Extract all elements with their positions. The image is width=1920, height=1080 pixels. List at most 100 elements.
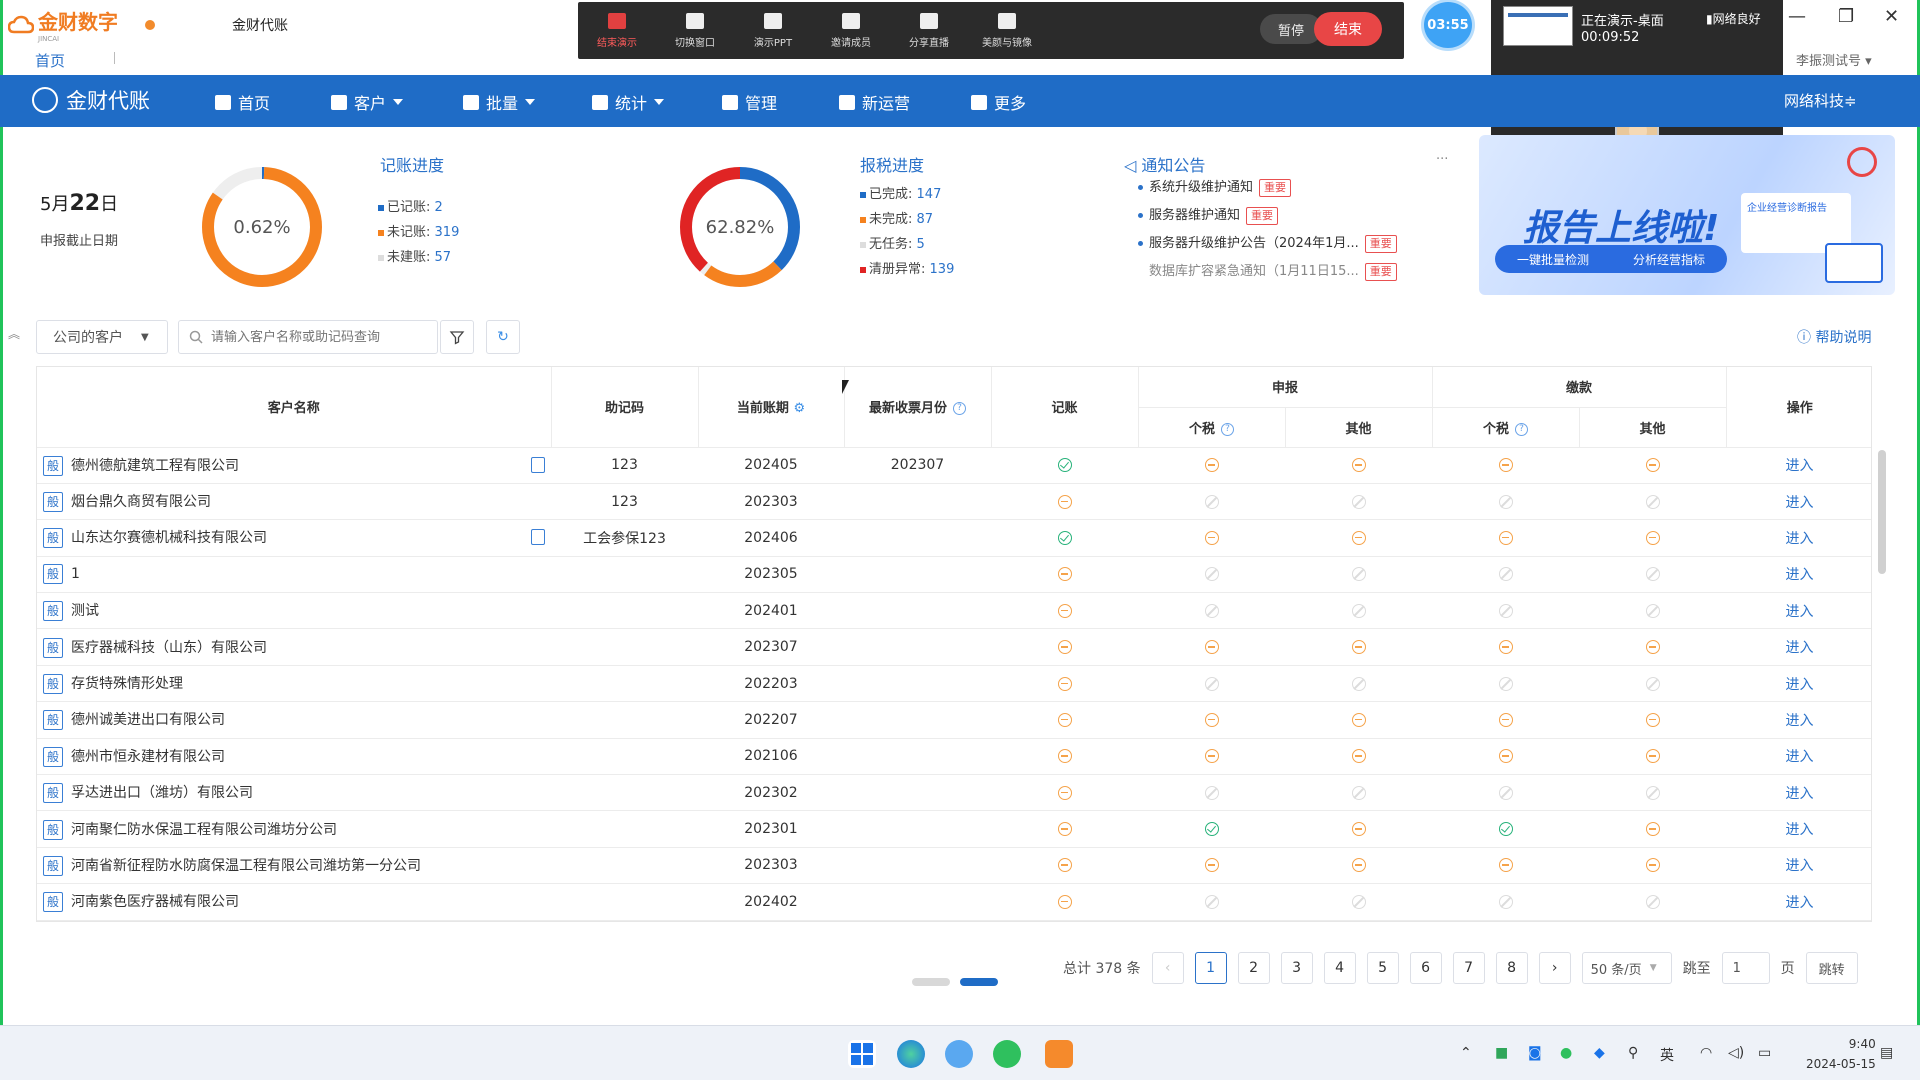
enter-link[interactable]: 进入: [1786, 822, 1814, 838]
status-na-icon[interactable]: [1645, 785, 1660, 800]
present-ppt-button[interactable]: 演示PPT: [734, 2, 812, 59]
legend-value[interactable]: 87: [917, 212, 934, 227]
nav-stats[interactable]: 统计: [592, 90, 665, 114]
status-pend-icon[interactable]: [1498, 858, 1513, 873]
customer-name[interactable]: 德州德航建筑工程有限公司: [71, 458, 239, 474]
status-pend-icon[interactable]: [1351, 458, 1366, 473]
status-pend-icon[interactable]: [1057, 640, 1072, 655]
customer-name[interactable]: 1: [71, 566, 80, 582]
status-na-icon[interactable]: [1351, 494, 1366, 509]
carousel-dot-active[interactable]: [960, 978, 998, 986]
nav-batch[interactable]: 批量: [463, 90, 536, 114]
nav-home[interactable]: 首页: [215, 90, 270, 114]
status-na-icon[interactable]: [1645, 676, 1660, 691]
status-pend-icon[interactable]: [1351, 858, 1366, 873]
customer-name[interactable]: 烟台鼎久商贸有限公司: [71, 494, 211, 510]
enter-link[interactable]: 进入: [1786, 567, 1814, 583]
wechat-icon[interactable]: [993, 1040, 1021, 1068]
browser-tab-title[interactable]: 金财代账: [232, 15, 288, 35]
status-pend-icon[interactable]: [1057, 676, 1072, 691]
jump-input[interactable]: 1: [1721, 952, 1770, 984]
help-icon[interactable]: ?: [1515, 422, 1529, 436]
note-icon[interactable]: [531, 456, 545, 473]
page-button[interactable]: 5: [1366, 952, 1399, 984]
tray-app-icon[interactable]: ■: [1495, 1045, 1508, 1061]
settings-gear-icon[interactable]: ⚙: [793, 401, 805, 416]
battery-icon[interactable]: ▭: [1758, 1045, 1771, 1061]
header-period[interactable]: 当前账期 ⚙: [698, 367, 845, 448]
live-share-button[interactable]: 分享直播: [890, 2, 968, 59]
enter-link[interactable]: 进入: [1786, 677, 1814, 693]
customer-scope-select[interactable]: 公司的客户 ▼: [36, 320, 168, 354]
jincai-app-icon[interactable]: [1045, 1040, 1073, 1068]
status-pend-icon[interactable]: [1351, 530, 1366, 545]
customer-name[interactable]: 存货特殊情形处理: [71, 676, 183, 692]
status-pend-icon[interactable]: [1351, 749, 1366, 764]
stop-presenting-button[interactable]: 结束演示: [578, 2, 656, 59]
page-button[interactable]: 1: [1194, 952, 1227, 984]
status-pend-icon[interactable]: [1351, 640, 1366, 655]
status-na-icon[interactable]: [1498, 494, 1513, 509]
status-pend-icon[interactable]: [1057, 822, 1072, 837]
enter-link[interactable]: 进入: [1786, 531, 1814, 547]
status-pend-icon[interactable]: [1498, 640, 1513, 655]
customer-name[interactable]: 德州诚美进出口有限公司: [71, 712, 225, 728]
minimize-icon[interactable]: —: [1788, 6, 1806, 27]
nav-customers[interactable]: 客户: [331, 90, 404, 114]
page-size-select[interactable]: 50 条/页 ▼: [1581, 952, 1672, 984]
jump-button[interactable]: 跳转: [1805, 952, 1858, 984]
carousel-dot[interactable]: [912, 978, 950, 986]
status-na-icon[interactable]: [1498, 676, 1513, 691]
page-button[interactable]: 6: [1409, 952, 1442, 984]
notice-more[interactable]: ···: [1436, 152, 1448, 167]
status-pend-icon[interactable]: [1645, 822, 1660, 837]
status-pend-icon[interactable]: [1645, 530, 1660, 545]
system-clock[interactable]: 9:40 2024-05-15: [1806, 1034, 1876, 1074]
enter-link[interactable]: 进入: [1786, 640, 1814, 656]
enter-link[interactable]: 进入: [1786, 458, 1814, 474]
status-pend-icon[interactable]: [1057, 785, 1072, 800]
customer-name[interactable]: 河南省新征程防水防腐保温工程有限公司潍坊第一分公司: [71, 858, 421, 874]
status-pend-icon[interactable]: [1645, 712, 1660, 727]
status-na-icon[interactable]: [1204, 567, 1219, 582]
ime-indicator[interactable]: 英: [1660, 1045, 1674, 1065]
status-pend-icon[interactable]: [1204, 530, 1219, 545]
legend-value[interactable]: 57: [435, 250, 452, 265]
status-na-icon[interactable]: [1498, 567, 1513, 582]
status-ok-icon[interactable]: [1057, 530, 1072, 545]
nav-more[interactable]: 更多: [971, 90, 1026, 114]
enter-link[interactable]: 进入: [1786, 858, 1814, 874]
notice-item[interactable]: 服务器维护通知 重要: [1138, 202, 1397, 230]
legend-value[interactable]: 2: [435, 200, 443, 215]
help-icon[interactable]: ?: [953, 402, 966, 416]
page-button[interactable]: 4: [1323, 952, 1356, 984]
customer-name[interactable]: 测试: [71, 603, 99, 619]
page-button[interactable]: 7: [1452, 952, 1485, 984]
page-button[interactable]: 3: [1280, 952, 1313, 984]
search-input[interactable]: [211, 329, 431, 345]
customer-name[interactable]: 河南紫色医疗器械有限公司: [71, 894, 239, 910]
refresh-button[interactable]: ↻: [486, 320, 520, 354]
status-na-icon[interactable]: [1351, 785, 1366, 800]
status-pend-icon[interactable]: [1057, 712, 1072, 727]
status-na-icon[interactable]: [1645, 567, 1660, 582]
switch-window-button[interactable]: 切换窗口: [656, 2, 734, 59]
customer-name[interactable]: 医疗器械科技（山东）有限公司: [71, 640, 267, 656]
user-account[interactable]: 李振测试号 ▾: [1796, 50, 1872, 69]
home-tab[interactable]: 首页: [35, 50, 65, 71]
prev-page-button[interactable]: ‹: [1151, 952, 1184, 984]
beauty-mirror-button[interactable]: 美颜与镜像: [968, 2, 1046, 59]
notification-icon[interactable]: ▤: [1880, 1045, 1893, 1061]
status-pend-icon[interactable]: [1645, 458, 1660, 473]
status-na-icon[interactable]: [1351, 567, 1366, 582]
status-pend-icon[interactable]: [1645, 640, 1660, 655]
status-na-icon[interactable]: [1645, 494, 1660, 509]
status-ok-icon[interactable]: [1498, 822, 1513, 837]
notice-item[interactable]: 数据库扩容紧急通知（1月11日15... 重要: [1138, 258, 1397, 286]
help-link[interactable]: ⓘ 帮助说明: [1797, 327, 1871, 347]
end-meeting-button[interactable]: 结束: [1314, 12, 1382, 46]
status-pend-icon[interactable]: [1498, 749, 1513, 764]
nav-operations[interactable]: 新运营: [839, 90, 910, 114]
tray-wechat-icon[interactable]: ●: [1560, 1045, 1572, 1061]
status-na-icon[interactable]: [1204, 494, 1219, 509]
